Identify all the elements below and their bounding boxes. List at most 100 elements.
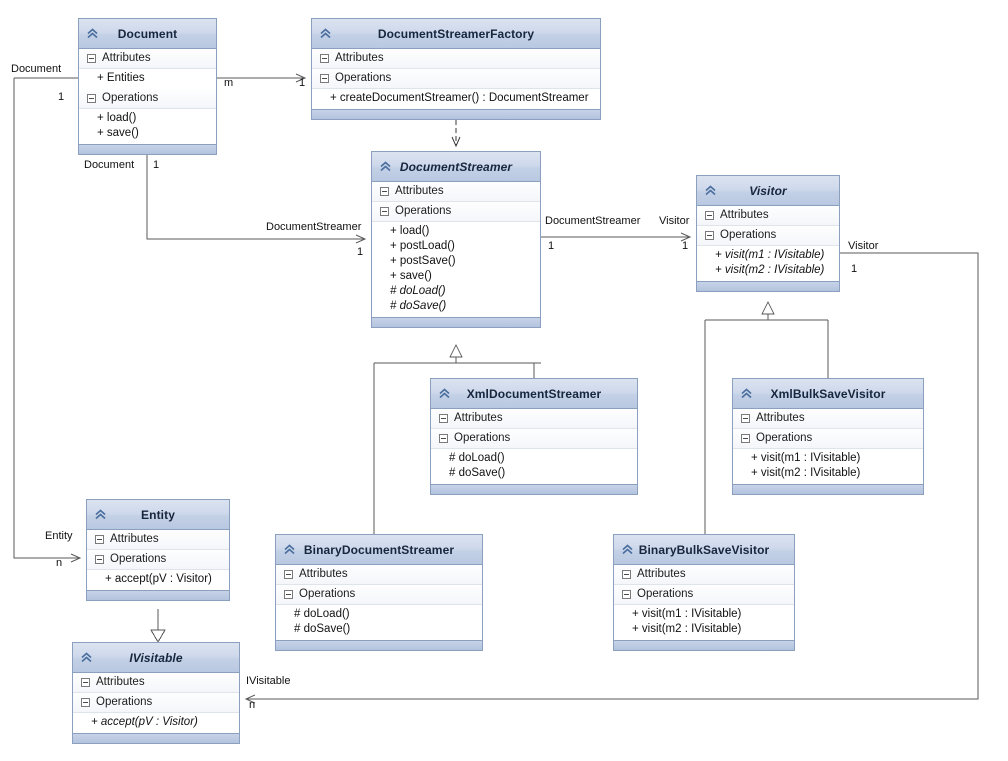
attributes-label: Attributes — [756, 411, 805, 424]
collapse-chevron-icon[interactable] — [379, 160, 392, 173]
minus-expander-icon[interactable] — [439, 434, 448, 443]
class-body: Attributes Operations + visit(m1 : IVisi… — [697, 206, 839, 281]
collapse-chevron-icon[interactable] — [740, 387, 753, 400]
collapse-chevron-icon[interactable] — [80, 651, 93, 664]
minus-expander-icon[interactable] — [380, 187, 389, 196]
uml-class-binarydocumentstreamer[interactable]: BinaryDocumentStreamer Attributes Operat… — [275, 534, 483, 651]
operations-section-header[interactable]: Operations — [733, 429, 923, 449]
minus-expander-icon[interactable] — [622, 570, 631, 579]
class-header-binarybulksavevisitor: BinaryBulkSaveVisitor — [614, 535, 794, 565]
uml-class-document[interactable]: Document Attributes + Entities Operation… — [78, 18, 217, 155]
minus-expander-icon[interactable] — [705, 211, 714, 220]
attributes-section-header[interactable]: Attributes — [276, 565, 482, 585]
operations-section-header[interactable]: Operations — [87, 550, 229, 570]
class-title: XmlBulkSaveVisitor — [770, 386, 886, 401]
collapse-chevron-icon[interactable] — [86, 27, 99, 40]
uml-class-ivisitable[interactable]: IVisitable Attributes Operations + accep… — [72, 642, 240, 744]
attributes-label: Attributes — [395, 184, 444, 197]
minus-expander-icon[interactable] — [95, 535, 104, 544]
collapse-chevron-icon[interactable] — [704, 184, 717, 197]
minus-expander-icon[interactable] — [284, 590, 293, 599]
attributes-section-header[interactable]: Attributes — [614, 565, 794, 585]
operations-section-header[interactable]: Operations — [697, 226, 839, 246]
collapse-chevron-icon[interactable] — [94, 508, 107, 521]
collapse-chevron-icon[interactable] — [319, 27, 332, 40]
minus-expander-icon[interactable] — [622, 590, 631, 599]
class-footer — [312, 109, 600, 119]
uml-class-visitor[interactable]: Visitor Attributes Operations + visit(m1… — [696, 175, 840, 292]
attributes-section-header[interactable]: Attributes — [733, 409, 923, 429]
minus-expander-icon[interactable] — [81, 698, 90, 707]
collapse-chevron-icon[interactable] — [621, 543, 634, 556]
operations-label: Operations — [454, 431, 511, 444]
attributes-section-header[interactable]: Attributes — [431, 409, 637, 429]
class-header-xmlbulksavevisitor: XmlBulkSaveVisitor — [733, 379, 923, 409]
collapse-chevron-icon[interactable] — [438, 387, 451, 400]
minus-expander-icon[interactable] — [439, 414, 448, 423]
class-header-ivisitable: IVisitable — [73, 643, 239, 673]
minus-expander-icon[interactable] — [741, 434, 750, 443]
uml-class-xmldocumentstreamer[interactable]: XmlDocumentStreamer Attributes Operation… — [430, 378, 638, 495]
minus-expander-icon[interactable] — [741, 414, 750, 423]
operations-section-header[interactable]: Operations — [79, 89, 216, 109]
operation-item: # doSave() — [294, 623, 351, 635]
operation-item: + visit(m1 : IVisitable) — [632, 608, 742, 620]
collapse-chevron-icon[interactable] — [283, 543, 296, 556]
edge-label-documentstreamer-left-mult: 1 — [357, 246, 364, 258]
minus-expander-icon[interactable] — [320, 74, 329, 83]
generalization-triangle-ivisitable — [150, 629, 166, 643]
operation-item: # doLoad() — [390, 285, 446, 297]
minus-expander-icon[interactable] — [320, 54, 329, 63]
operations-label: Operations — [637, 587, 694, 600]
class-title: IVisitable — [129, 650, 183, 665]
operations-section-header[interactable]: Operations — [312, 69, 600, 89]
class-header-visitor: Visitor — [697, 176, 839, 206]
edge-label-document-bottom-mult: 1 — [153, 159, 160, 171]
class-title: BinaryDocumentStreamer — [303, 542, 455, 557]
class-footer — [431, 484, 637, 494]
edge-label-documentstreamer-left: DocumentStreamer — [266, 221, 362, 233]
operations-section-header[interactable]: Operations — [73, 693, 239, 713]
minus-expander-icon[interactable] — [87, 94, 96, 103]
operations-label: Operations — [395, 204, 452, 217]
attributes-section-header[interactable]: Attributes — [697, 206, 839, 226]
class-title: DocumentStreamerFactory — [377, 26, 535, 41]
operations-label: Operations — [299, 587, 356, 600]
operation-item: + visit(m2 : IVisitable) — [715, 264, 825, 276]
uml-class-xmlbulksavevisitor[interactable]: XmlBulkSaveVisitor Attributes Operations… — [732, 378, 924, 495]
operations-section-header[interactable]: Operations — [614, 585, 794, 605]
minus-expander-icon[interactable] — [95, 555, 104, 564]
minus-expander-icon[interactable] — [284, 570, 293, 579]
operations-section-header[interactable]: Operations — [431, 429, 637, 449]
attributes-section-header[interactable]: Attributes — [312, 49, 600, 69]
attributes-list: + Entities — [79, 69, 216, 89]
operation-item: + visit(m2 : IVisitable) — [751, 467, 861, 479]
operation-item: + visit(m1 : IVisitable) — [715, 249, 825, 261]
uml-class-documentstreamerfactory[interactable]: DocumentStreamerFactory Attributes Opera… — [311, 18, 601, 120]
operation-item: # doSave() — [449, 467, 506, 479]
class-header-document: Document — [79, 19, 216, 49]
operations-label: Operations — [102, 91, 159, 104]
attributes-section-header[interactable]: Attributes — [73, 673, 239, 693]
uml-class-binarybulksavevisitor[interactable]: BinaryBulkSaveVisitor Attributes Operati… — [613, 534, 795, 651]
uml-class-documentstreamer[interactable]: DocumentStreamer Attributes Operations +… — [371, 151, 541, 328]
minus-expander-icon[interactable] — [705, 231, 714, 240]
edge-label-documentstreamer-right-mult: 1 — [548, 240, 555, 252]
uml-class-entity[interactable]: Entity Attributes Operations + accept(pV… — [86, 499, 230, 601]
attributes-label: Attributes — [110, 532, 159, 545]
minus-expander-icon[interactable] — [87, 54, 96, 63]
operations-section-header[interactable]: Operations — [372, 202, 540, 222]
minus-expander-icon[interactable] — [81, 678, 90, 687]
attributes-section-header[interactable]: Attributes — [87, 530, 229, 550]
edge-label-ivisitable: IVisitable — [246, 675, 291, 687]
edge-label-document-bottom: Document — [84, 159, 135, 171]
edge-label-visitor-mid: Visitor — [659, 215, 690, 227]
operations-section-header[interactable]: Operations — [276, 585, 482, 605]
attributes-section-header[interactable]: Attributes — [372, 182, 540, 202]
class-footer — [79, 144, 216, 154]
attribute-item: + Entities — [97, 72, 145, 84]
class-title: DocumentStreamer — [399, 159, 513, 174]
attributes-section-header[interactable]: Attributes — [79, 49, 216, 69]
edge-label-document-m: m — [224, 77, 234, 89]
minus-expander-icon[interactable] — [380, 207, 389, 216]
